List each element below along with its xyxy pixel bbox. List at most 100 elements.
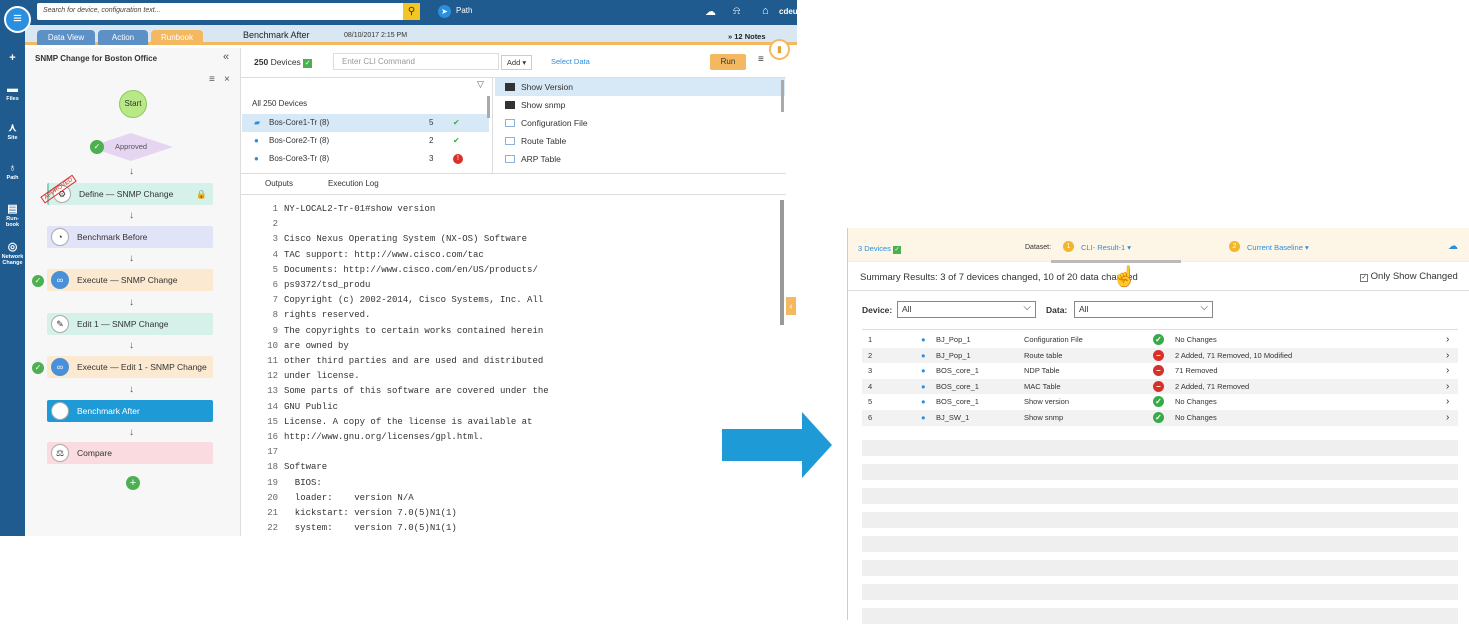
node-compare[interactable]: ⚖ Compare	[47, 442, 213, 464]
row-device: BOS_core_1	[936, 366, 979, 376]
run-button[interactable]: Run	[710, 54, 746, 70]
command-arp-table[interactable]: ARP Table	[495, 150, 785, 168]
row-device: BOS_core_1	[936, 397, 979, 407]
row-data: Route table	[1024, 350, 1063, 360]
node-define[interactable]: ⚙ Define — SNMP Change 🔒	[47, 183, 213, 205]
folder-icon: ▬	[7, 83, 18, 95]
node-benchmark-after[interactable]: ◔ Benchmark After	[47, 400, 213, 422]
node-execute-snmp[interactable]: ∞ Execute — SNMP Change	[47, 269, 213, 291]
table-row[interactable]: 2 ● BJ_Pop_1 Route table – 2 Added, 71 Remove…	[862, 347, 1458, 364]
device-icon: ●	[921, 350, 926, 360]
divider	[492, 78, 493, 173]
scrollbar[interactable]	[781, 80, 784, 112]
node-benchmark-before[interactable]: ◔ Benchmark Before	[47, 226, 213, 248]
tab-data-view[interactable]: Data View	[37, 30, 95, 45]
search-icon[interactable]: ⚲	[403, 3, 420, 20]
code-text: TAC support: http://www.cisco.com/tac	[284, 249, 484, 260]
device-icon: ●	[254, 154, 259, 163]
row-device: BJ_Pop_1	[936, 350, 971, 360]
path-link[interactable]: Path	[456, 6, 472, 15]
changed-icon: –	[1153, 380, 1164, 392]
tab-runbook[interactable]: Runbook	[151, 30, 203, 45]
close-icon[interactable]: ×	[224, 74, 230, 85]
select-data-link[interactable]: Select Data	[551, 57, 590, 66]
only-show-changed-checkbox[interactable]: ✓ Only Show Changed	[1360, 271, 1458, 282]
chevron-right-icon[interactable]: ›	[1446, 410, 1449, 426]
data-filter-select[interactable]: All ⌵	[1074, 301, 1213, 318]
page-title: Benchmark After	[243, 30, 310, 40]
collapse-icon[interactable]: «	[223, 51, 229, 63]
export-icon[interactable]: ☁	[1448, 241, 1458, 252]
command-route-table[interactable]: Route Table	[495, 132, 785, 150]
code-line: 6 ps9372/tsd_produ	[256, 278, 371, 293]
scrollbar[interactable]	[780, 200, 784, 325]
node-edit-snmp[interactable]: ✎ Edit 1 — SNMP Change	[47, 313, 213, 335]
code-line: 7 Copyright (c) 2002-2014, Cisco Systems,…	[256, 293, 544, 308]
mouse-cursor-icon: ☝	[1112, 266, 1137, 288]
chevron-right-icon[interactable]: ›	[1446, 348, 1449, 364]
node-execute-edit[interactable]: ∞ Execute — Edit 1 - SNMP Change	[47, 356, 213, 378]
row-result: No Changes	[1175, 413, 1217, 422]
bell-icon[interactable]: ⍾	[733, 5, 740, 18]
tab-execution-log[interactable]: Execution Log	[328, 179, 379, 188]
notes-link[interactable]: » 12 Notes	[728, 32, 766, 41]
chevron-right-icon[interactable]: ›	[1446, 394, 1449, 410]
row-result: No Changes	[1175, 335, 1217, 344]
table-row[interactable]: 4 ● BOS_core_1 MAC Table – 2 Added, 71 Remove…	[862, 378, 1458, 395]
device-row[interactable]: ● Bos-Core2-Tr (8) 2 ✔	[242, 132, 489, 150]
row-index: 1	[868, 335, 873, 344]
scrollbar[interactable]	[487, 96, 490, 118]
filter-icon[interactable]: ▽	[477, 79, 484, 90]
rail-path[interactable]: ♁ Path	[0, 162, 25, 181]
add-step-icon[interactable]: +	[126, 476, 140, 490]
chevron-right-icon[interactable]: ›	[1446, 363, 1449, 379]
code-line: 21 kickstart: version 7.0(5)N1(1)	[256, 506, 457, 521]
command-config-file[interactable]: Configuration File	[495, 114, 785, 132]
code-line: 12 under license.	[256, 369, 359, 384]
code-line: 9 The copyrights to certain works contain…	[256, 324, 544, 339]
lock-icon[interactable]: ⌂	[762, 5, 769, 17]
dataset-2-dropdown[interactable]: Current Baseline ▾	[1247, 243, 1309, 252]
menu-icon[interactable]: ≡	[758, 54, 764, 65]
command-show-snmp[interactable]: Show snmp	[495, 96, 785, 114]
dataset-1-dropdown[interactable]: CLI- Result-1 ▾	[1081, 243, 1131, 252]
device-row[interactable]: ● Bos-Core3-Tr (8) 3!	[242, 150, 489, 168]
code-line: 3 Cisco Nexus Operating System (NX-OS) So…	[256, 232, 527, 247]
cli-command-input[interactable]: Enter CLI Command	[333, 53, 499, 70]
code-text: Documents: http://www.cisco.com/en/US/pr…	[284, 264, 538, 275]
table-row[interactable]: 6 ● BJ_SW_1 Show snmp ✓ No Changes ›	[862, 410, 1458, 426]
chevron-right-icon[interactable]: ›	[1446, 379, 1449, 395]
start-node[interactable]: Start	[119, 90, 147, 118]
rail-runbook[interactable]: ▤ Run-book	[0, 203, 25, 228]
device-row[interactable]: ▰ Bos-Core1-Tr (8) 5 ✔	[242, 114, 489, 132]
add-icon[interactable]: +	[0, 52, 25, 65]
chevron-right-icon[interactable]: ›	[1446, 332, 1449, 348]
table-row[interactable]: 5 ● BOS_core_1 Show version ✓ No Changes ›	[862, 394, 1458, 410]
terminal-icon	[505, 101, 515, 109]
menu-icon[interactable]: ≡	[4, 6, 31, 33]
row-device: BJ_SW_1	[936, 413, 970, 422]
rail-site[interactable]: ⋏ Site	[0, 122, 25, 141]
command-show-version[interactable]: Show Version	[495, 78, 785, 96]
table-row[interactable]: 3 ● BOS_core_1 NDP Table – 71 Removed ›	[862, 363, 1458, 379]
all-devices-label[interactable]: All 250 Devices	[252, 99, 307, 108]
search-input[interactable]: Search for device, configuration text...	[37, 3, 408, 20]
device-count-link[interactable]: 3 Devices ✓	[858, 244, 902, 254]
line-number: 2	[272, 219, 278, 230]
chat-icon[interactable]: ☁	[705, 5, 716, 18]
device-filter-select[interactable]: All ⌵	[897, 301, 1036, 318]
tab-outputs[interactable]: Outputs	[265, 179, 293, 188]
tab-action[interactable]: Action	[98, 30, 148, 45]
rail-network-change[interactable]: ◎ Network Change	[0, 241, 25, 266]
add-note-icon[interactable]: ▮	[769, 39, 790, 60]
device-count[interactable]: 250 Devices ✓	[254, 57, 313, 68]
expand-panel-icon[interactable]: ‹	[786, 297, 796, 315]
rail-files[interactable]: ▬ Files	[0, 83, 25, 102]
output-text: 1 NY-LOCAL2-Tr-01#show version 2 3 Cisco Nex…	[241, 196, 786, 536]
list-menu-icon[interactable]: ≡	[209, 74, 215, 85]
table-row[interactable]: 1 ● BJ_Pop_1 Configuration File ✓ No Changes ›	[862, 332, 1458, 348]
line-number: 17	[267, 447, 278, 458]
user-name[interactable]: cdeu	[779, 7, 797, 16]
add-dropdown[interactable]: Add ▾	[501, 55, 532, 70]
resize-handle[interactable]	[1051, 260, 1181, 263]
